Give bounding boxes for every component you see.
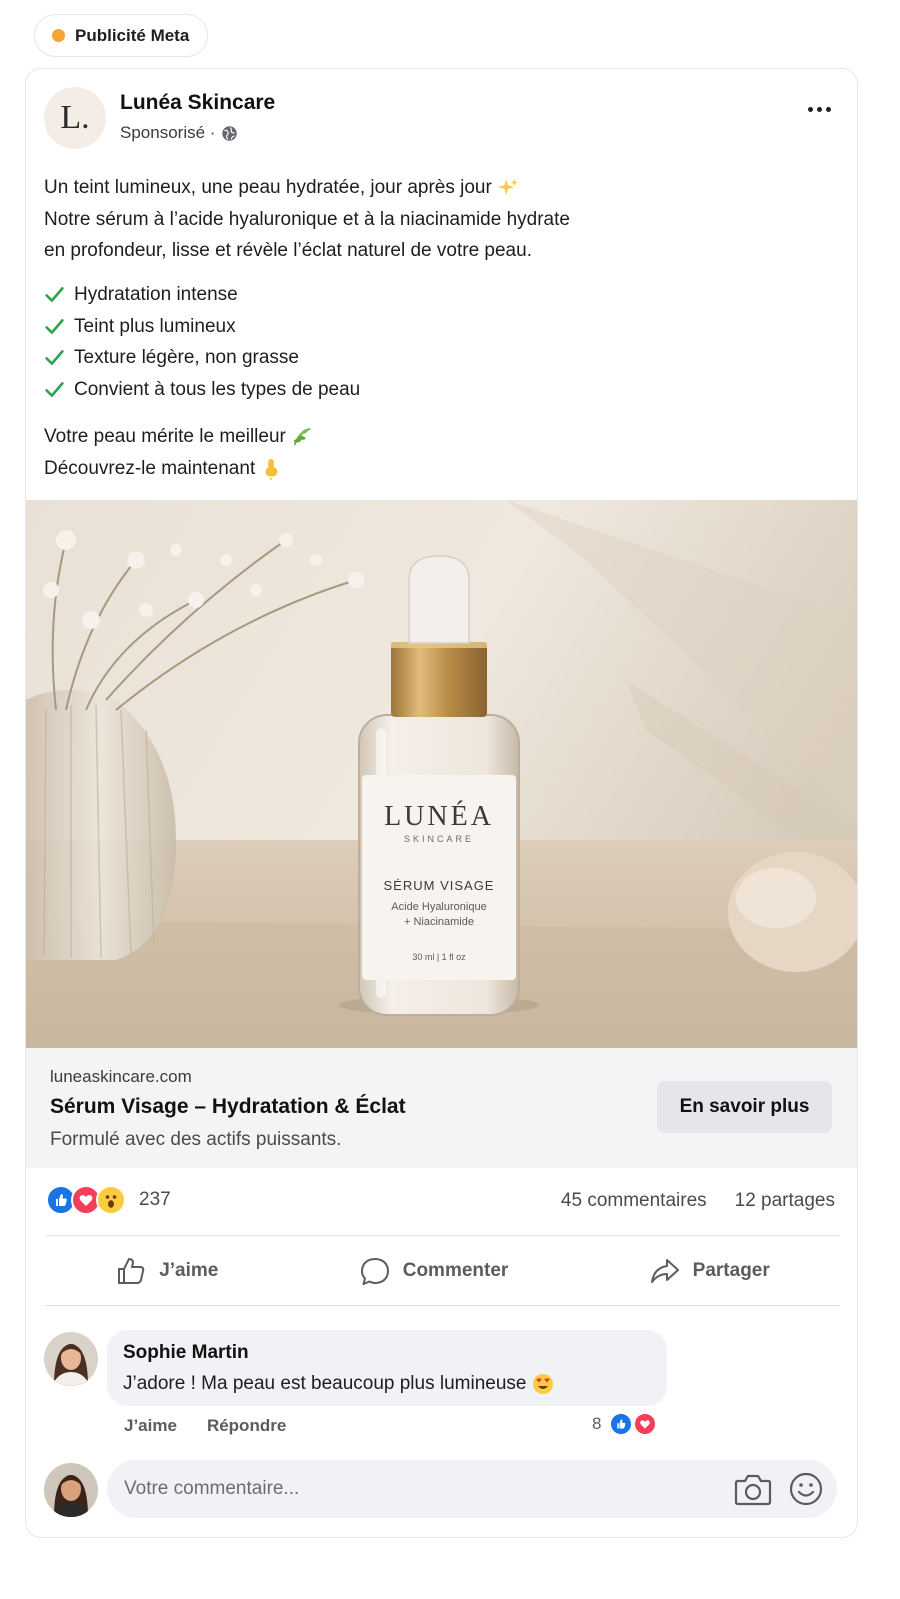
product-label-brand: LUNÉA: [384, 801, 494, 832]
divider: [45, 1235, 840, 1236]
more-icon-dot: [808, 107, 813, 112]
post-cta: Votre peau mérite le meilleur Découvrez-…: [44, 421, 313, 485]
engagement-stats: 237 45 commentaires 12 partages: [26, 1169, 857, 1235]
comment-label: Commenter: [402, 1260, 509, 1281]
wow-icon: [96, 1185, 126, 1215]
more-icon-dot: [826, 107, 831, 112]
comment-actions: J’aime Répondre: [124, 1416, 286, 1436]
share-label: Partager: [692, 1260, 770, 1281]
link-preview[interactable]: luneaskincare.com Sérum Visage – Hydrata…: [26, 1048, 857, 1168]
post-body-line: en profondeur, lisse et révèle l’éclat n…: [44, 240, 532, 261]
post-header: L. Lunéa Skincare Sponsorisé ·: [26, 69, 857, 169]
benefit-text: Convient à tous les types de peau: [74, 378, 361, 400]
comment-reaction-count: 8: [592, 1414, 602, 1433]
share-count[interactable]: 12 partages: [735, 1190, 835, 1212]
comment-input[interactable]: [107, 1460, 837, 1518]
benefit-item: Teint plus lumineux: [44, 311, 360, 343]
ad-post-card: L. Lunéa Skincare Sponsorisé · Un teint …: [25, 68, 858, 1538]
comment-icon: [360, 1258, 389, 1285]
smiley-icon[interactable]: [789, 1472, 823, 1506]
like-label: J’aime: [159, 1260, 219, 1281]
stats-right: 45 commentaires 12 partages: [561, 1190, 835, 1212]
camera-icon[interactable]: [734, 1471, 772, 1507]
cta-line: Votre peau mérite le meilleur: [44, 421, 313, 453]
point-down-icon: [265, 458, 277, 480]
like-icon: [609, 1412, 634, 1436]
heart-eyes-icon: [532, 1374, 553, 1394]
like-icon: [118, 1258, 145, 1284]
post-body-line: Notre sérum à l’acide hyaluronique et à …: [44, 208, 570, 230]
comment: Sophie Martin J’adore ! Ma peau est beau…: [44, 1330, 844, 1450]
avatar[interactable]: [44, 1332, 98, 1386]
link-title[interactable]: Sérum Visage – Hydratation & Éclat: [50, 1095, 406, 1119]
learn-more-button[interactable]: En savoir plus: [657, 1081, 832, 1133]
more-options-button[interactable]: [808, 107, 831, 112]
comment-count[interactable]: 45 commentaires: [561, 1190, 707, 1212]
check-icon: [45, 350, 64, 366]
comment-reply-button[interactable]: Répondre: [207, 1416, 286, 1436]
ad-label-pill: Publicité Meta: [34, 14, 209, 57]
divider: [45, 1305, 840, 1306]
benefit-text: Teint plus lumineux: [74, 315, 236, 337]
globe-icon: [222, 125, 238, 141]
check-icon: [45, 287, 64, 303]
page-avatar[interactable]: L.: [44, 87, 106, 149]
check-icon: [45, 318, 64, 334]
comment-composer: [44, 1460, 844, 1520]
post-body-line: Un teint lumineux, une peau hydratée, jo…: [44, 172, 844, 204]
post-body: Un teint lumineux, une peau hydratée, jo…: [44, 172, 844, 267]
benefit-item: Hydratation intense: [44, 279, 360, 311]
benefit-text: Hydratation intense: [74, 284, 238, 305]
share-icon: [650, 1259, 679, 1283]
ad-status-dot: [52, 29, 65, 42]
link-domain: luneaskincare.com: [50, 1067, 192, 1086]
benefit-item: Texture légère, non grasse: [44, 342, 360, 374]
reaction-count: 237: [139, 1189, 171, 1210]
product-label-ingredient-2: + Niacinamide: [404, 916, 474, 928]
product-image[interactable]: LUNÉA SKINCARE SÉRUM VISAGE Acide Hyalur…: [26, 500, 858, 1048]
comment-reactions[interactable]: 8: [592, 1412, 658, 1436]
comment-button[interactable]: Commenter: [339, 1247, 529, 1295]
sponsored-label: Sponsorisé ·: [120, 123, 238, 143]
sponsored-text: Sponsorisé ·: [120, 123, 216, 142]
reaction-summary[interactable]: 237: [46, 1185, 171, 1215]
like-button[interactable]: J’aime: [95, 1247, 238, 1295]
product-label-name: SÉRUM VISAGE: [384, 878, 495, 893]
benefit-item: Convient à tous les types de peau: [44, 374, 360, 406]
product-label-volume: 30 ml | 1 fl oz: [412, 952, 466, 962]
comment-like-button[interactable]: J’aime: [124, 1416, 177, 1436]
ad-label: Publicité Meta: [75, 25, 190, 45]
leaf-icon: [293, 428, 311, 446]
more-icon-dot: [817, 107, 822, 112]
avatar[interactable]: [44, 1463, 98, 1517]
page-name[interactable]: Lunéa Skincare: [120, 91, 275, 115]
check-icon: [45, 381, 64, 397]
comment-author[interactable]: Sophie Martin: [123, 1342, 249, 1364]
benefit-list: Hydratation intense Teint plus lumineux …: [44, 279, 360, 405]
product-label-brand-sub: SKINCARE: [404, 834, 474, 844]
sparkles-icon: [498, 178, 519, 196]
link-description: Formulé avec des actifs puissants.: [50, 1129, 342, 1150]
love-icon: [633, 1412, 658, 1436]
cta-line: Découvrez-le maintenant: [44, 453, 313, 485]
post-actions: J’aime Commenter Partager: [45, 1237, 840, 1305]
benefit-text: Texture légère, non grasse: [74, 347, 299, 368]
product-label-ingredient-1: Acide Hyaluronique: [391, 901, 486, 913]
comment-bubble: Sophie Martin J’adore ! Ma peau est beau…: [107, 1330, 667, 1406]
comment-text: J’adore ! Ma peau est beaucoup plus lumi…: [123, 1373, 554, 1395]
share-button[interactable]: Partager: [629, 1247, 790, 1295]
